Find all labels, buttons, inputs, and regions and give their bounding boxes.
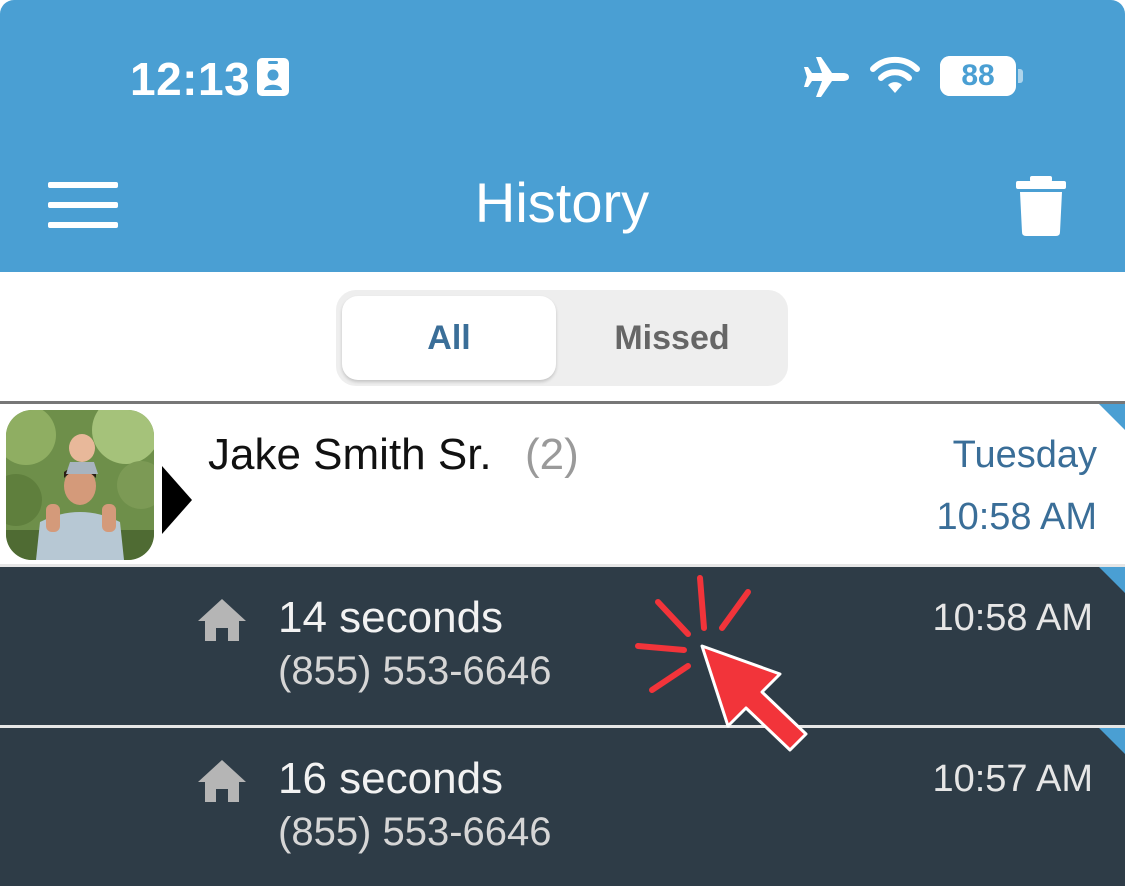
contact-last-call-day: Tuesday: [952, 434, 1097, 476]
battery-level: 88: [961, 59, 995, 92]
page-title: History: [474, 171, 650, 234]
call-phone-number: (855) 553-6646: [278, 810, 552, 854]
call-duration: 16 seconds: [278, 754, 504, 803]
tap-indicator-icon: [635, 575, 808, 752]
call-entry-row[interactable]: 14 seconds (855) 553-6646 10:58 AM: [0, 567, 1125, 725]
trash-icon[interactable]: [1012, 170, 1070, 240]
contact-name: Jake Smith Sr.: [208, 430, 492, 479]
call-filter-segmented-control: All Missed: [336, 290, 788, 386]
hamburger-menu-icon[interactable]: [40, 172, 126, 238]
filter-missed-button[interactable]: Missed: [562, 296, 782, 380]
home-icon: [198, 760, 246, 802]
contact-avatar: [6, 410, 154, 560]
contact-history-row[interactable]: Jake Smith Sr. (2) Tuesday 10:58 AM: [0, 404, 1125, 564]
filter-all-button[interactable]: All: [342, 296, 556, 380]
call-phone-number: (855) 553-6646: [278, 649, 552, 693]
home-icon: [198, 599, 246, 641]
corner-indicator: [1099, 728, 1125, 754]
battery-icon: 88: [940, 56, 1024, 96]
wifi-icon: [870, 56, 920, 93]
corner-indicator: [1099, 567, 1125, 593]
id-badge-icon: [257, 58, 289, 96]
corner-indicator: [1099, 404, 1125, 430]
expand-arrow-icon[interactable]: [162, 466, 192, 534]
call-time: 10:58 AM: [932, 597, 1093, 639]
app-header: 12:13 88 History: [0, 0, 1125, 272]
airplane-icon: [804, 57, 849, 97]
contact-last-call-time: 10:58 AM: [936, 496, 1097, 538]
call-count: (2): [525, 430, 579, 479]
call-time: 10:57 AM: [932, 758, 1093, 800]
status-time: 12:13: [130, 53, 251, 105]
battery-nub: [1018, 69, 1023, 83]
call-entry-row[interactable]: 16 seconds (855) 553-6646 10:57 AM: [0, 728, 1125, 886]
call-duration: 14 seconds: [278, 593, 504, 642]
